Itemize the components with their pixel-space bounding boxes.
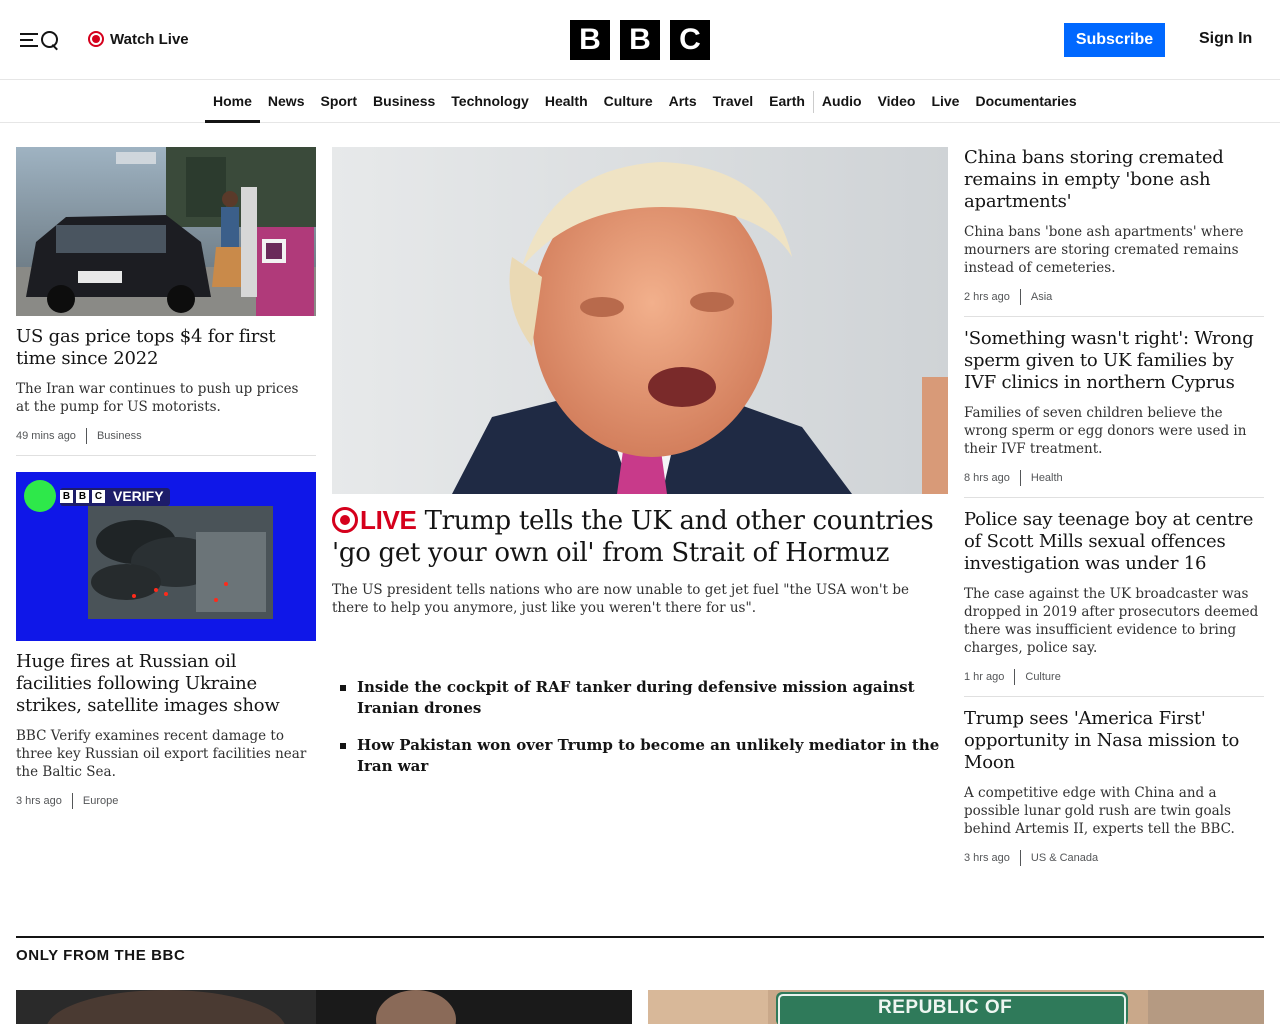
story-time: 1 hr ago (964, 671, 1005, 683)
bbc-logo[interactable]: B B C (570, 20, 710, 60)
nav-item-audio[interactable]: Audio (814, 81, 870, 123)
meta-separator (71, 793, 73, 809)
story-meta: 49 mins ago Business (16, 428, 316, 444)
nav-item-news[interactable]: News (260, 81, 313, 123)
hero-headline-text: Trump tells the UK and other countries '… (332, 506, 934, 568)
story-meta: 3 hrs ago US & Canada (964, 850, 1264, 866)
story-summary: China bans 'bone ash apartments' where m… (964, 224, 1244, 276)
sign-in-button[interactable]: Sign In (1199, 30, 1252, 48)
nav-item-earth[interactable]: Earth (761, 81, 813, 123)
story-summary: A competitive edge with China and a poss… (964, 785, 1235, 837)
card-divider (16, 455, 316, 456)
verify-badge: B B C VERIFY (60, 488, 164, 504)
nav-item-technology[interactable]: Technology (443, 81, 537, 123)
story-card-bone-ash[interactable]: China bans storing cremated remains in e… (964, 147, 1264, 321)
menu-search-button[interactable] (20, 26, 64, 54)
card-divider (964, 316, 1264, 317)
story-headline: US gas price tops $4 for first time sinc… (16, 326, 276, 369)
sign-text: REPUBLIC OF (878, 997, 1013, 1018)
story-card-gas-price[interactable]: US gas price tops $4 for first time sinc… (16, 147, 316, 444)
related-link[interactable]: How Pakistan won over Trump to become an… (340, 735, 950, 777)
story-headline: Huge fires at Russian oil facilities fol… (16, 651, 280, 716)
nav-item-documentaries[interactable]: Documentaries (967, 81, 1084, 123)
logo-letter-3: C (670, 20, 710, 60)
logo-letter-1: B (570, 20, 610, 60)
related-link[interactable]: Inside the cockpit of RAF tanker during … (340, 677, 950, 719)
section-image-left[interactable] (16, 990, 632, 1024)
story-meta: 2 hrs ago Asia (964, 289, 1264, 305)
story-meta: 3 hrs ago Europe (16, 793, 316, 809)
logo-letter-2: B (620, 20, 660, 60)
section-rule (16, 936, 1264, 938)
gas-station-image (16, 147, 316, 316)
story-meta: 8 hrs ago Health (964, 470, 1264, 486)
story-tag: Europe (82, 795, 119, 807)
story-tag: Business (96, 430, 142, 442)
hero-image[interactable] (332, 147, 948, 494)
watch-live-label: Watch Live (110, 30, 189, 48)
story-tag: Health (1030, 472, 1063, 484)
meta-separator (1019, 289, 1021, 305)
section-image-right[interactable]: REPUBLIC OF (648, 990, 1264, 1024)
nav-item-culture[interactable]: Culture (596, 81, 661, 123)
hero-summary: The US president tells nations who are n… (332, 582, 909, 616)
story-headline: Trump sees 'America First' opportunity i… (964, 708, 1240, 773)
nav-item-home[interactable]: Home (205, 81, 260, 123)
story-tag: Culture (1025, 671, 1061, 683)
nav-item-sport[interactable]: Sport (312, 81, 365, 123)
left-column: US gas price tops $4 for first time sinc… (16, 147, 316, 809)
search-icon (41, 31, 59, 49)
story-headline: 'Something wasn't right': Wrong sperm gi… (964, 328, 1254, 393)
story-time: 3 hrs ago (16, 795, 62, 807)
story-headline: China bans storing cremated remains in e… (964, 147, 1224, 212)
nav-item-business[interactable]: Business (365, 81, 443, 123)
subscribe-button[interactable]: Subscribe (1064, 23, 1165, 57)
story-summary: BBC Verify examines recent damage to thr… (16, 728, 307, 780)
card-divider (964, 696, 1264, 697)
section-title: ONLY FROM THE BBC (16, 947, 186, 964)
top-header: Watch Live B B C Subscribe Sign In (0, 0, 1280, 80)
story-card-ivf[interactable]: 'Something wasn't right': Wrong sperm gi… (964, 328, 1264, 502)
story-summary: Families of seven children believe the w… (964, 405, 1247, 457)
story-summary: The case against the UK broadcaster was … (964, 586, 1259, 656)
main-nav: Home News Sport Business Technology Health Cul… (0, 81, 1280, 123)
hero-headline[interactable]: LIVE Trump tells the UK and other countr… (332, 504, 952, 569)
verify-label: VERIFY (113, 488, 164, 504)
meta-separator (1019, 850, 1021, 866)
watch-live-link[interactable]: Watch Live (88, 29, 189, 49)
meta-separator (1019, 470, 1021, 486)
nav-item-travel[interactable]: Travel (705, 81, 761, 123)
story-time: 2 hrs ago (964, 291, 1010, 303)
nav-item-arts[interactable]: Arts (661, 81, 705, 123)
related-link-text: Inside the cockpit of RAF tanker during … (357, 678, 915, 717)
nav-item-live[interactable]: Live (923, 81, 967, 123)
related-links: Inside the cockpit of RAF tanker during … (340, 677, 950, 793)
story-time: 3 hrs ago (964, 852, 1010, 864)
story-tag: Asia (1030, 291, 1053, 303)
story-time: 49 mins ago (16, 430, 76, 442)
story-card-scott-mills[interactable]: Police say teenage boy at centre of Scot… (964, 509, 1264, 701)
nav-item-video[interactable]: Video (870, 81, 924, 123)
story-headline: Police say teenage boy at centre of Scot… (964, 509, 1254, 574)
bbc-verify-image: B B C VERIFY (16, 472, 316, 641)
story-tag: US & Canada (1030, 852, 1099, 864)
card-divider (964, 497, 1264, 498)
nav-list: Home News Sport Business Technology Health Cul… (205, 81, 1085, 123)
meta-separator (85, 428, 87, 444)
right-column: China bans storing cremated remains in e… (964, 147, 1264, 882)
story-summary: The Iran war continues to push up prices… (16, 381, 299, 415)
hamburger-icon (20, 33, 38, 47)
story-time: 8 hrs ago (964, 472, 1010, 484)
live-record-icon (88, 31, 104, 47)
live-label: LIVE (360, 505, 417, 535)
story-meta: 1 hr ago Culture (964, 669, 1264, 685)
meta-separator (1014, 669, 1016, 685)
related-link-text: How Pakistan won over Trump to become an… (357, 736, 940, 775)
nav-item-health[interactable]: Health (537, 81, 596, 123)
story-card-nasa-moon[interactable]: Trump sees 'America First' opportunity i… (964, 708, 1264, 882)
live-icon (332, 507, 358, 533)
story-card-russian-oil[interactable]: B B C VERIFY Huge fires at Russian oil f… (16, 472, 316, 809)
